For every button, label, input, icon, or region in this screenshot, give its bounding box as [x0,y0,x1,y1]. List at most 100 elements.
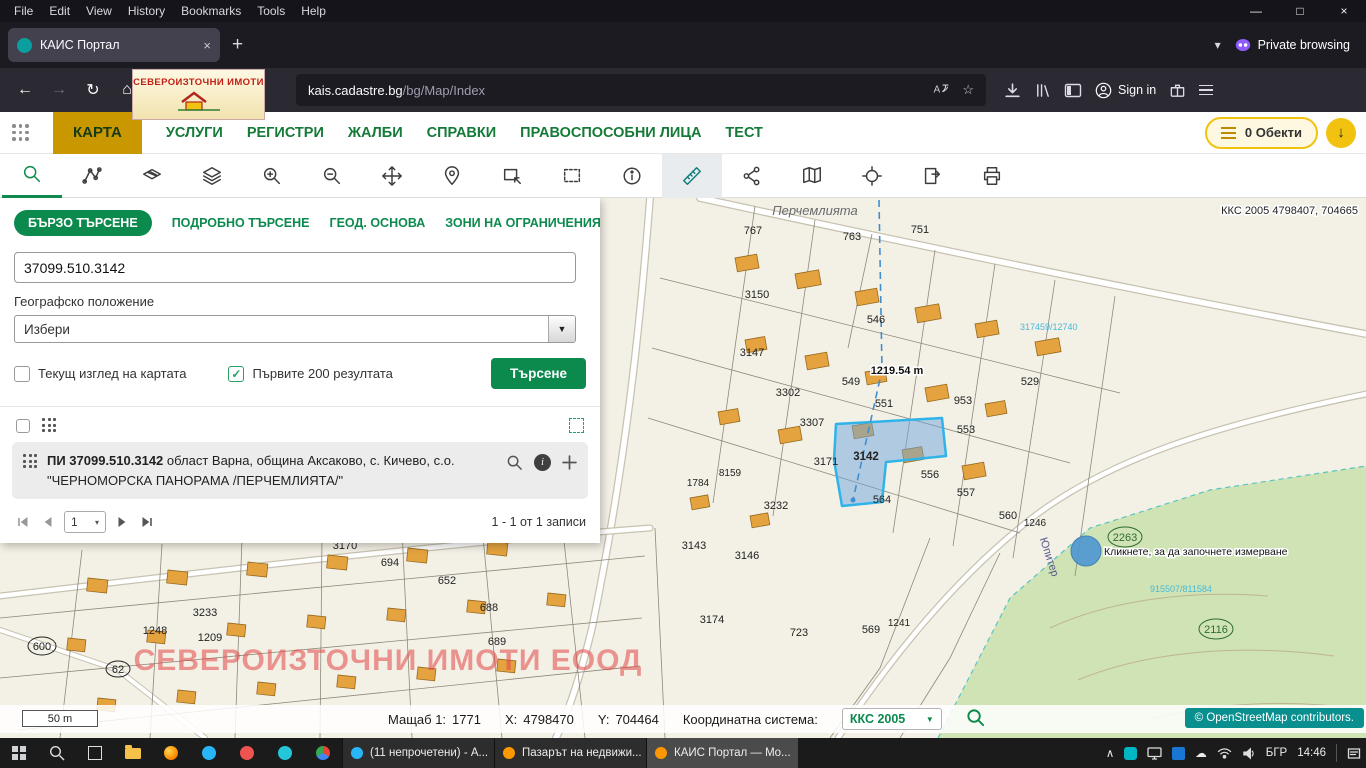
info-icon[interactable] [602,154,662,198]
speaker-icon[interactable] [1242,747,1256,760]
print-icon[interactable] [962,154,1022,198]
clock[interactable]: 14:46 [1297,747,1326,759]
maximize-button[interactable]: □ [1278,0,1322,22]
new-tab-button[interactable]: + [220,34,255,56]
tab-geodetic-base[interactable]: ГЕОД. ОСНОВА [330,216,426,230]
tab-restriction-zones[interactable]: ЗОНИ НА ОГРАНИЧЕНИЯ [445,216,601,230]
menu-bookmarks[interactable]: Bookmarks [173,4,249,18]
current-view-checkbox[interactable] [14,366,30,382]
reload-icon[interactable]: ↻ [78,75,108,105]
app-menu-icon[interactable] [1199,85,1213,96]
close-button[interactable]: × [1322,0,1366,22]
osm-attribution[interactable]: © OpenStreetMap contributors. [1185,708,1364,728]
url-bar[interactable]: kais.cadastre.bg/bg/Map/Index A ☆ [296,74,986,106]
zoom-in-icon[interactable] [242,154,302,198]
apps-grid-icon[interactable] [12,124,29,141]
start-button[interactable] [0,738,38,768]
prev-page-icon[interactable] [39,513,57,531]
edge-icon[interactable] [266,738,304,768]
geo-position-select[interactable]: Избери ▼ [14,315,576,343]
measure-icon[interactable] [662,154,722,198]
language-indicator[interactable]: БГР [1266,747,1287,759]
menu-history[interactable]: History [120,4,173,18]
menu-file[interactable]: File [6,4,41,18]
nav-pravosposobni[interactable]: ПРАВОСПОСОБНИ ЛИЦА [520,125,701,141]
tray-chevron-icon[interactable]: ∧ [1106,746,1114,760]
thunderbird-icon[interactable] [190,738,228,768]
objects-download-button[interactable]: ↓ [1326,118,1356,148]
nav-zhalbi[interactable]: ЖАЛБИ [348,125,403,141]
search-button[interactable]: Търсене [491,358,586,389]
extensions-icon[interactable] [1169,82,1186,99]
select-dropdown-icon[interactable]: ▼ [548,316,575,342]
onedrive-cloud-icon[interactable]: ☁ [1195,746,1207,760]
menu-view[interactable]: View [78,4,120,18]
taskbar-window-kais[interactable]: КАИС Портал — Mo... [646,738,798,768]
menu-tools[interactable]: Tools [249,4,293,18]
draw-plan-icon[interactable] [62,154,122,198]
zoom-to-result-icon[interactable] [506,454,523,471]
forward-icon[interactable]: → [44,75,74,105]
nav-test[interactable]: ТЕСТ [725,125,763,141]
search-input[interactable] [14,252,576,283]
pan-icon[interactable] [362,154,422,198]
network-icon[interactable] [1217,747,1232,759]
expand-results-icon[interactable] [569,418,584,433]
list-tabs-icon[interactable]: ▾ [1215,38,1221,52]
chrome-icon[interactable] [304,738,342,768]
extent-rect-icon[interactable] [542,154,602,198]
crs-select[interactable]: ККС 2005 ▼ [842,708,942,730]
file-explorer-icon[interactable] [114,738,152,768]
taskbar-search-icon[interactable] [38,738,76,768]
select-rect-icon[interactable] [482,154,542,198]
monitor-tray-icon[interactable] [1147,747,1162,760]
minimize-button[interactable]: — [1234,0,1278,22]
translate-icon[interactable]: A [932,81,950,99]
bookmark-star-icon[interactable]: ☆ [962,82,974,98]
map-sheet-icon[interactable] [782,154,842,198]
nav-spravki[interactable]: СПРАВКИ [427,125,497,141]
result-item[interactable]: ПИ 37099.510.3142 област Варна, община А… [12,442,588,499]
tab-close-icon[interactable]: × [203,38,211,53]
taskbar-window-firefox-2[interactable]: Пазарът на недвижи... [494,738,646,768]
layers-icon[interactable] [182,154,242,198]
nav-karta[interactable]: КАРТА [53,112,142,154]
crosshair-icon[interactable] [842,154,902,198]
taskbar-window-thunderbird[interactable]: (11 непрочетени) - A... [342,738,494,768]
next-page-icon[interactable] [113,513,131,531]
tab-detailed-search[interactable]: ПОДРОБНО ТЪРСЕНЕ [172,216,310,230]
base-layer-icon[interactable] [122,154,182,198]
tab-kais-portal[interactable]: КАИС Портал × [8,28,220,62]
sidebar-icon[interactable] [1064,82,1082,99]
tab-quick-search[interactable]: БЪРЗО ТЪРСЕНЕ [14,210,152,236]
result-info-icon[interactable]: i [534,454,551,471]
add-result-icon[interactable] [562,455,577,470]
nav-registri[interactable]: РЕГИСТРИ [247,125,324,141]
sign-in-button[interactable]: Sign in [1095,82,1156,99]
menu-edit[interactable]: Edit [41,4,78,18]
locate-pin-icon[interactable] [422,154,482,198]
action-center-icon[interactable] [1347,747,1361,760]
library-icon[interactable] [1034,82,1051,99]
footer-zoom-icon[interactable] [966,708,985,730]
first200-checkbox[interactable]: ✓ [228,366,244,382]
map-label: 3142 [853,451,879,463]
nav-uslugi[interactable]: УСЛУГИ [166,125,223,141]
task-view-icon[interactable] [76,738,114,768]
first-page-icon[interactable] [14,513,32,531]
last-page-icon[interactable] [138,513,156,531]
share-nodes-icon[interactable] [722,154,782,198]
zoom-out-icon[interactable] [302,154,362,198]
objects-badge[interactable]: 0 Обекти [1205,117,1318,149]
back-icon[interactable]: ← [10,75,40,105]
select-all-checkbox[interactable] [16,419,30,433]
teams-tray-icon[interactable] [1124,747,1137,760]
export-icon[interactable] [902,154,962,198]
menu-help[interactable]: Help [293,4,334,18]
app-tray-icon[interactable] [1172,747,1185,760]
mail-app-icon[interactable] [228,738,266,768]
downloads-icon[interactable] [1004,82,1021,99]
firefox-icon[interactable] [152,738,190,768]
search-tool-icon[interactable] [2,154,62,198]
page-select[interactable]: 1 ▾ [64,511,106,533]
